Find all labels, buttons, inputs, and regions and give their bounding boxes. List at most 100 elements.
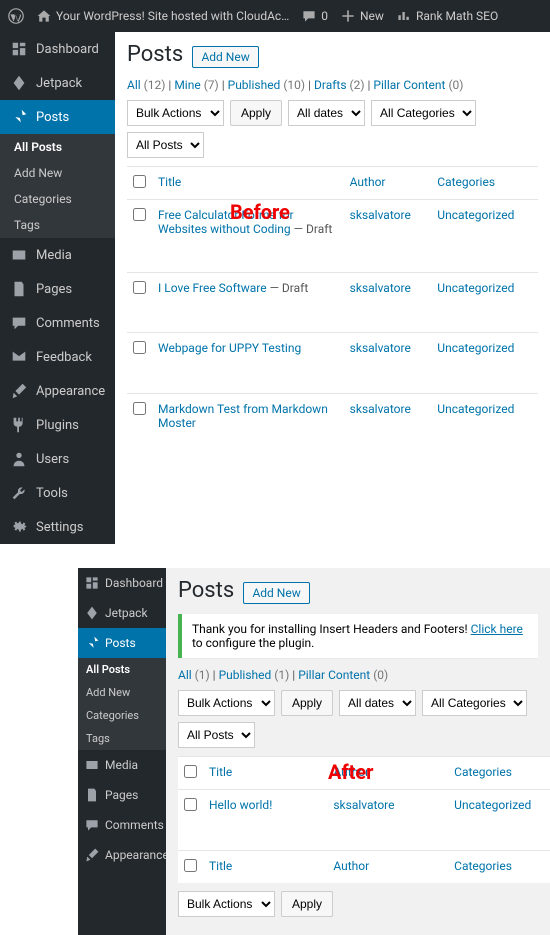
post-title-link[interactable]: Free Calculator Forms for Websites witho… <box>158 208 294 236</box>
apply-button[interactable]: Apply <box>281 891 333 917</box>
filter-pillar[interactable]: Pillar Content <box>373 78 445 92</box>
col-categories[interactable]: Categories <box>448 850 550 883</box>
admin-sidebar: Dashboard Jetpack Posts All Posts Add Ne… <box>78 568 166 935</box>
submenu-tags[interactable]: Tags <box>0 212 115 238</box>
menu-pages[interactable]: Pages <box>78 780 166 810</box>
menu-posts[interactable]: Posts <box>0 100 115 134</box>
table-row: I Love Free Software — Draft sksalvatore… <box>127 272 538 305</box>
select-all-checkbox[interactable] <box>133 175 146 188</box>
post-title-link[interactable]: Markdown Test from Markdown Moster <box>158 402 328 430</box>
row-checkbox[interactable] <box>133 402 146 415</box>
col-title[interactable]: Title <box>152 167 344 200</box>
submenu-all-posts[interactable]: All Posts <box>0 134 115 160</box>
category-link[interactable]: Uncategorized <box>437 402 514 416</box>
category-link[interactable]: Uncategorized <box>437 341 514 355</box>
status-filters: All (12) | Mine (7) | Published (10) | D… <box>127 78 538 92</box>
table-row: Free Calculator Forms for Websites witho… <box>127 200 538 245</box>
submenu-add-new[interactable]: Add New <box>0 160 115 186</box>
col-categories[interactable]: Categories <box>431 167 538 200</box>
submenu-categories[interactable]: Categories <box>0 186 115 212</box>
submenu-add-new[interactable]: Add New <box>78 681 166 704</box>
author-link[interactable]: sksalvatore <box>350 402 411 416</box>
site-link[interactable]: Your WordPress! Site hosted with CloudAc… <box>36 8 289 24</box>
col-title[interactable]: Title <box>203 850 327 883</box>
menu-media[interactable]: Media <box>0 238 115 272</box>
category-link[interactable]: Uncategorized <box>437 281 514 295</box>
menu-jetpack[interactable]: Jetpack <box>78 598 166 628</box>
categories-select[interactable]: All Categories <box>422 690 527 716</box>
menu-plugins[interactable]: Plugins <box>0 408 115 442</box>
bulk-actions-select[interactable]: Bulk Actions <box>127 100 224 126</box>
author-link[interactable]: sksalvatore <box>350 281 411 295</box>
filter-mine[interactable]: Mine <box>174 78 200 92</box>
col-categories[interactable]: Categories <box>448 757 550 790</box>
filter-all[interactable]: All <box>127 78 141 92</box>
submenu-categories[interactable]: Categories <box>78 704 166 727</box>
add-new-button[interactable]: Add New <box>243 582 309 604</box>
menu-settings[interactable]: Settings <box>0 510 115 544</box>
menu-comments[interactable]: Comments <box>78 810 166 840</box>
add-new-button[interactable]: Add New <box>192 46 258 68</box>
post-title-link[interactable]: Hello world! <box>209 798 272 812</box>
before-screenshot: Your WordPress! Site hosted with CloudAc… <box>0 0 550 544</box>
menu-appearance[interactable]: Appearance <box>78 840 166 870</box>
comments-count[interactable]: 0 <box>301 8 328 24</box>
col-title[interactable]: Title <box>203 757 327 790</box>
categories-select[interactable]: All Categories <box>371 100 476 126</box>
row-checkbox[interactable] <box>133 341 146 354</box>
menu-dashboard[interactable]: Dashboard <box>0 32 115 66</box>
menu-media[interactable]: Media <box>78 750 166 780</box>
menu-pages[interactable]: Pages <box>0 272 115 306</box>
author-link[interactable]: sksalvatore <box>350 341 411 355</box>
table-row: Hello world! sksalvatore Uncategorized — <box>178 790 550 823</box>
menu-jetpack[interactable]: Jetpack <box>0 66 115 100</box>
select-all-checkbox-bottom[interactable] <box>184 859 197 872</box>
post-title-link[interactable]: Webpage for UPPY Testing <box>158 341 301 355</box>
admin-topbar: Your WordPress! Site hosted with CloudAc… <box>0 0 550 32</box>
submenu-posts: All Posts Add New Categories Tags <box>78 658 166 750</box>
bulk-actions-select[interactable]: Bulk Actions <box>178 891 275 917</box>
dates-select[interactable]: All dates <box>288 100 365 126</box>
row-checkbox[interactable] <box>133 281 146 294</box>
menu-posts[interactable]: Posts <box>78 628 166 658</box>
author-link[interactable]: sksalvatore <box>350 208 411 222</box>
filter-pillar[interactable]: Pillar Content <box>298 668 370 682</box>
admin-sidebar: Dashboard Jetpack Posts All Posts Add Ne… <box>0 32 115 544</box>
menu-comments[interactable]: Comments <box>0 306 115 340</box>
notice-link[interactable]: Click here <box>471 622 523 636</box>
dates-select[interactable]: All dates <box>339 690 416 716</box>
post-title-link[interactable]: I Love Free Software <box>158 281 267 295</box>
apply-button[interactable]: Apply <box>230 100 282 126</box>
menu-appearance[interactable]: Appearance <box>0 374 115 408</box>
apply-button[interactable]: Apply <box>281 690 333 716</box>
col-author[interactable]: Author <box>327 850 448 883</box>
menu-dashboard[interactable]: Dashboard <box>78 568 166 598</box>
filter-published[interactable]: Published <box>228 78 281 92</box>
menu-users[interactable]: Users <box>0 442 115 476</box>
row-checkbox[interactable] <box>133 208 146 221</box>
row-checkbox[interactable] <box>184 798 197 811</box>
seo-link[interactable]: Rank Math SEO <box>396 8 498 24</box>
page-title: Posts <box>178 578 234 603</box>
filter-all[interactable]: All <box>178 668 192 682</box>
author-link[interactable]: sksalvatore <box>333 798 394 812</box>
submenu-all-posts[interactable]: All Posts <box>78 658 166 681</box>
page-title: Posts <box>127 42 183 67</box>
category-link[interactable]: Uncategorized <box>437 208 514 222</box>
posts-select[interactable]: All Posts <box>178 722 255 748</box>
list-toolbar-bottom: Bulk Actions Apply <box>178 891 538 917</box>
category-link[interactable]: Uncategorized <box>454 798 531 812</box>
submenu-tags[interactable]: Tags <box>78 727 166 750</box>
menu-feedback[interactable]: Feedback <box>0 340 115 374</box>
wp-logo[interactable] <box>8 8 24 24</box>
filter-drafts[interactable]: Drafts <box>314 78 347 92</box>
table-row: Markdown Test from Markdown Moster sksal… <box>127 393 538 438</box>
bulk-actions-select[interactable]: Bulk Actions <box>178 690 275 716</box>
col-author[interactable]: Author <box>327 757 448 790</box>
filter-published[interactable]: Published <box>219 668 272 682</box>
menu-tools[interactable]: Tools <box>0 476 115 510</box>
new-button[interactable]: New <box>340 8 384 24</box>
col-author[interactable]: Author <box>344 167 432 200</box>
select-all-checkbox[interactable] <box>184 765 197 778</box>
posts-select[interactable]: All Posts <box>127 132 204 158</box>
